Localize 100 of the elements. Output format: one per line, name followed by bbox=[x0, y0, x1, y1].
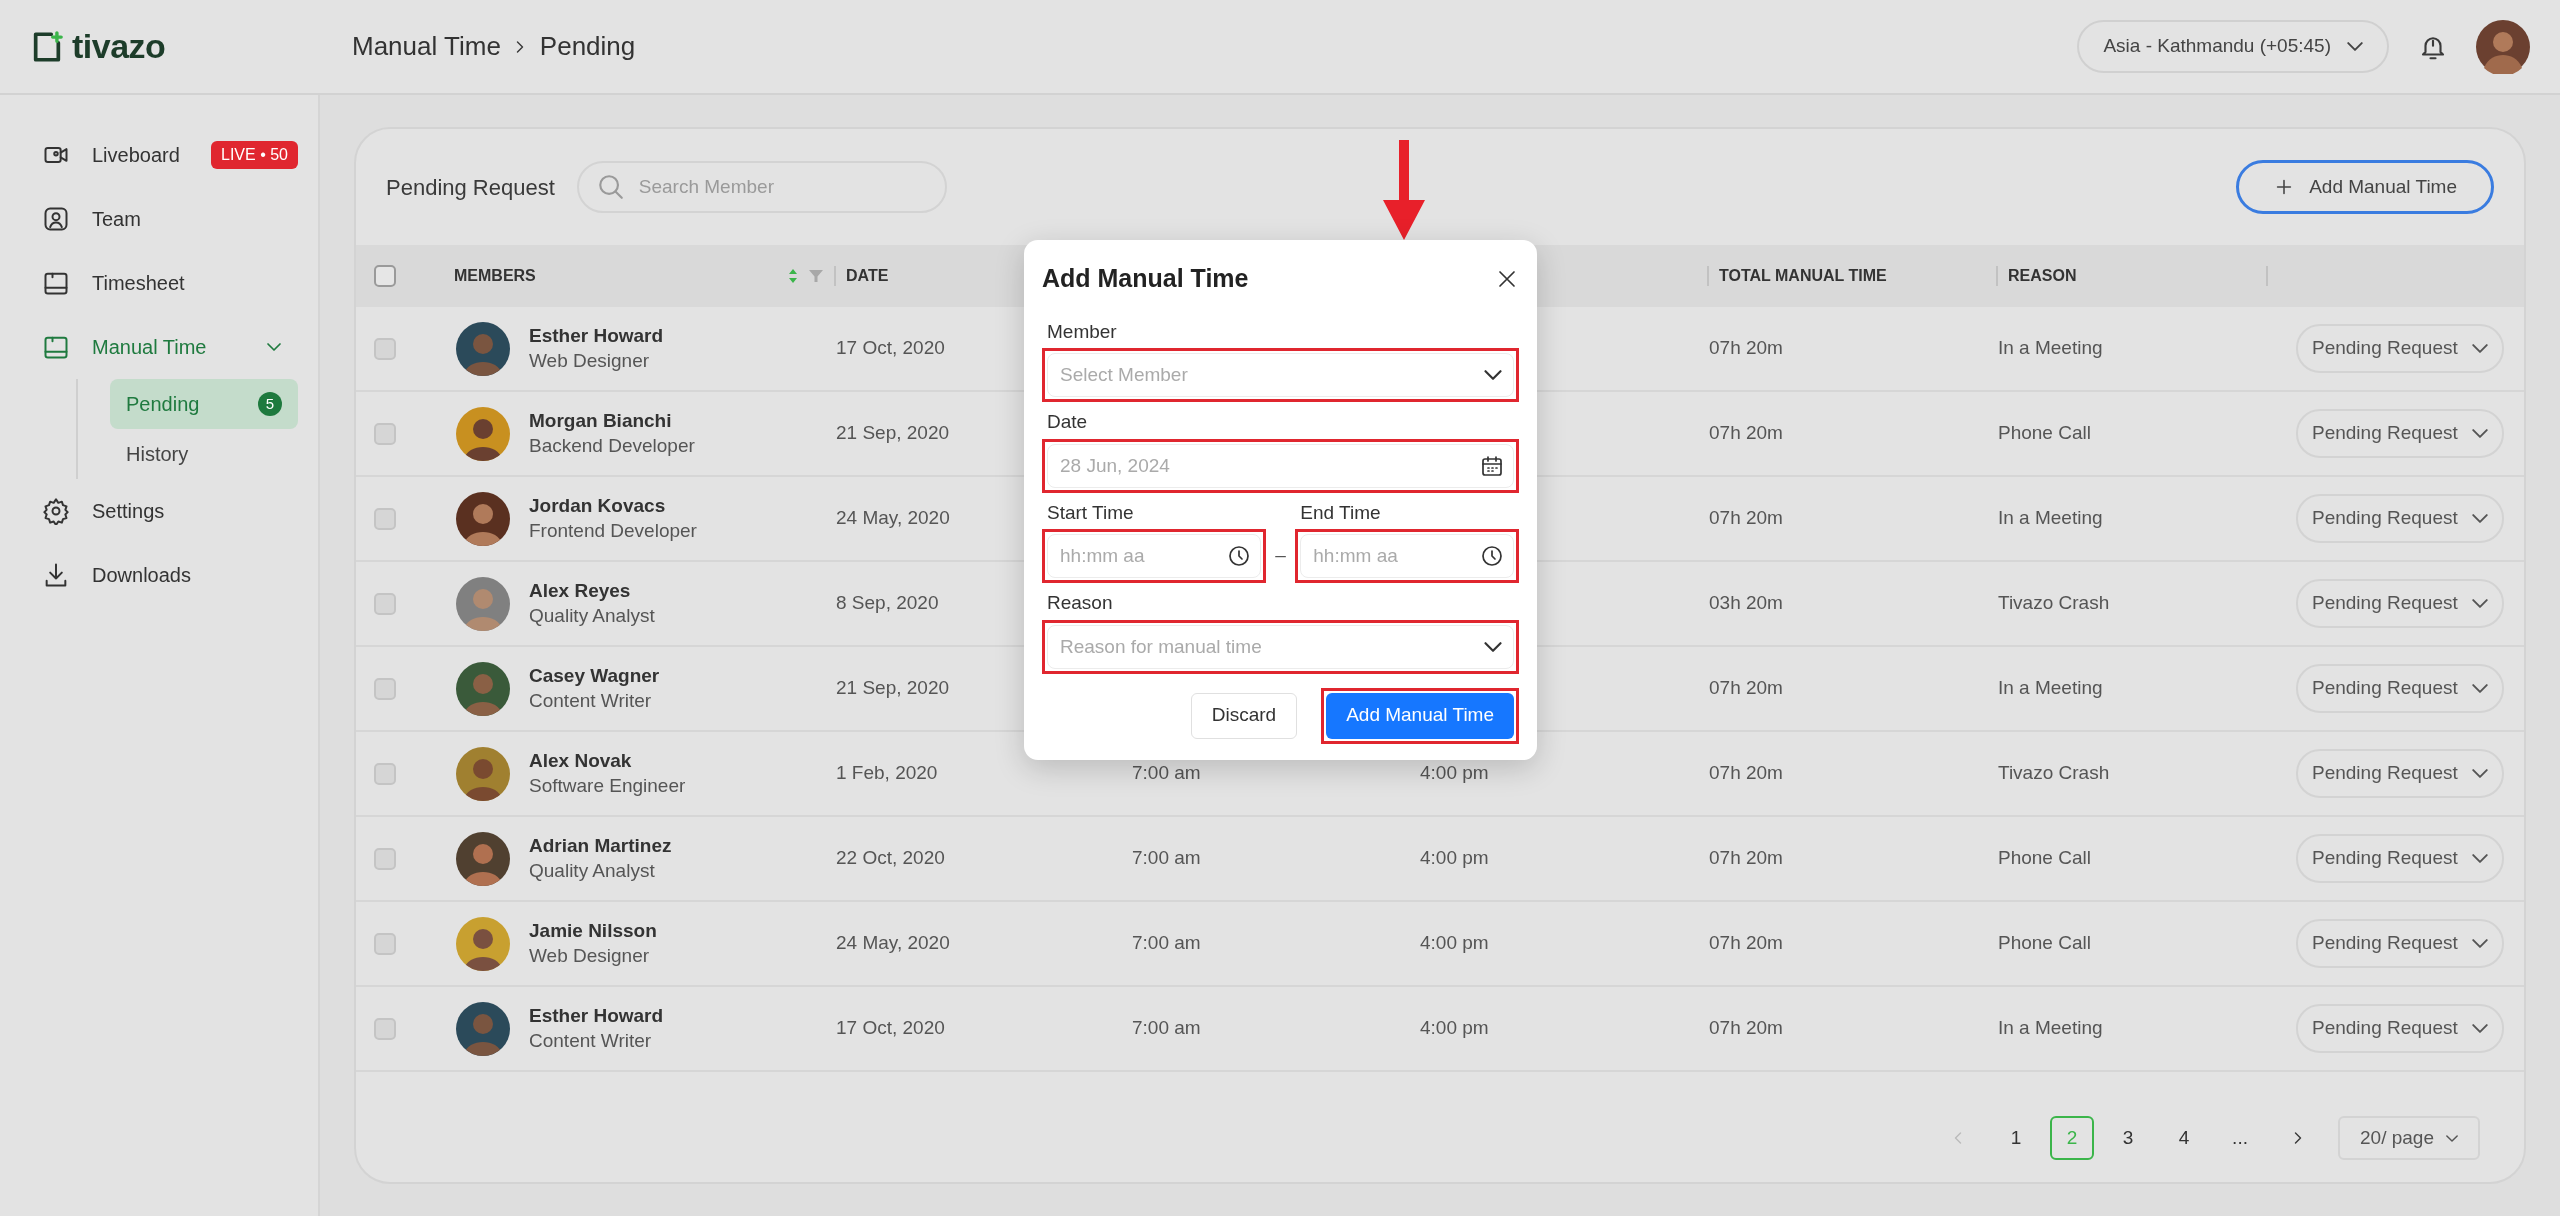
status-dropdown[interactable]: Pending Request bbox=[2296, 919, 2504, 968]
sidebar-item[interactable]: Team bbox=[20, 187, 298, 251]
table-cell: 8 Sep, 2020 bbox=[836, 592, 939, 614]
clock-icon bbox=[1228, 546, 1249, 566]
row-checkbox[interactable] bbox=[374, 1017, 396, 1040]
caret-icon bbox=[2471, 599, 2488, 608]
row-checkbox[interactable] bbox=[374, 422, 396, 445]
table-cell: 4:00 pm bbox=[1420, 762, 1489, 784]
input-field[interactable]: 28 Jun, 2024 bbox=[1047, 443, 1514, 488]
submenu-item[interactable]: Pending 5 bbox=[110, 379, 298, 429]
avatar bbox=[456, 321, 510, 376]
table-cell: 07h 20m bbox=[1709, 507, 1783, 529]
column-header: DATE bbox=[846, 266, 889, 286]
member-name: Casey Wagner bbox=[529, 663, 660, 688]
input-field[interactable]: Select Member bbox=[1047, 353, 1514, 397]
caret-icon bbox=[2471, 684, 2488, 693]
status-dropdown[interactable]: Pending Request bbox=[2296, 494, 2504, 543]
filter-icon[interactable] bbox=[808, 268, 824, 284]
row-checkbox[interactable] bbox=[374, 337, 396, 360]
add-manual-time-button[interactable]: Add Manual Time bbox=[2236, 159, 2494, 215]
caret-icon bbox=[2446, 1134, 2458, 1142]
breadcrumb-item[interactable]: Manual Time bbox=[352, 27, 501, 66]
avatar[interactable] bbox=[2476, 19, 2530, 74]
page-size-dropdown[interactable]: 20/ page bbox=[2338, 1116, 2480, 1160]
sidebar-item[interactable]: Manual Time bbox=[20, 315, 298, 379]
field-label: Date bbox=[1046, 410, 1089, 434]
avatar bbox=[456, 916, 510, 971]
count-badge: 5 bbox=[258, 392, 282, 416]
table-cell: 07h 20m bbox=[1709, 847, 1783, 869]
field-label: End Time bbox=[1299, 500, 1382, 525]
page-button[interactable]: 3 bbox=[2106, 1116, 2151, 1160]
table-cell: Phone Call bbox=[1998, 847, 2091, 869]
row-checkbox[interactable] bbox=[374, 762, 396, 785]
caret-icon bbox=[2471, 429, 2488, 438]
row-checkbox[interactable] bbox=[374, 507, 396, 530]
status-dropdown[interactable]: Pending Request bbox=[2296, 324, 2504, 373]
table-row[interactable]: Esther Howard Content Writer 17 Oct, 2020 7:00 am 4:00 pm 07h 20m In a Meeting Pending Request bbox=[356, 987, 2524, 1072]
add-button[interactable]: Add Manual Time bbox=[1326, 692, 1514, 739]
input-field[interactable]: hh:mm aa bbox=[1047, 534, 1261, 578]
caret-icon bbox=[2471, 514, 2488, 523]
status-dropdown[interactable]: Pending Request bbox=[2296, 579, 2504, 628]
member-name: Alex Novak bbox=[529, 748, 633, 773]
status-dropdown[interactable]: Pending Request bbox=[2296, 749, 2504, 798]
sidebar-item[interactable]: Settings bbox=[20, 479, 298, 543]
sidebar-icon bbox=[42, 205, 70, 233]
row-checkbox[interactable] bbox=[374, 592, 396, 615]
avatar bbox=[456, 576, 510, 631]
avatar bbox=[456, 406, 510, 461]
status-dropdown[interactable]: Pending Request bbox=[2296, 664, 2504, 713]
sidebar-item[interactable]: Liveboard LIVE • 50 bbox=[20, 123, 298, 187]
status-dropdown[interactable]: Pending Request bbox=[2296, 834, 2504, 883]
caret-icon bbox=[2347, 42, 2363, 51]
member-role: Content Writer bbox=[529, 1028, 653, 1053]
table-cell: 24 May, 2020 bbox=[836, 932, 950, 954]
sidebar-item[interactable]: Timesheet bbox=[20, 251, 298, 315]
status-dropdown[interactable]: Pending Request bbox=[2296, 409, 2504, 458]
breadcrumb-item: Pending bbox=[539, 30, 636, 63]
field-label: Member bbox=[1046, 319, 1118, 344]
column-header: MEMBERS bbox=[454, 266, 536, 286]
avatar bbox=[456, 746, 510, 801]
caret-icon bbox=[2471, 854, 2488, 863]
timezone-dropdown[interactable]: Asia - Kathmandu (+05:45) bbox=[2077, 20, 2389, 73]
row-checkbox[interactable] bbox=[374, 932, 396, 955]
search-field[interactable]: Search Member bbox=[578, 163, 945, 211]
page-button[interactable]: 4 bbox=[2162, 1116, 2207, 1160]
table-cell: 7:00 am bbox=[1132, 762, 1201, 784]
sort-icon[interactable] bbox=[786, 267, 799, 285]
discard-button[interactable]: Discard bbox=[1190, 692, 1298, 739]
table-cell: 7:00 am bbox=[1132, 932, 1201, 954]
calendar-icon bbox=[1482, 455, 1502, 476]
avatar bbox=[456, 661, 510, 716]
table-cell: Tivazo Crash bbox=[1998, 592, 2110, 614]
select-all-checkbox[interactable] bbox=[374, 265, 396, 287]
input-field[interactable]: Reason for manual time bbox=[1047, 624, 1514, 669]
submenu-item[interactable]: History bbox=[110, 429, 298, 479]
search-icon bbox=[598, 175, 623, 199]
range-separator: – bbox=[1275, 542, 1286, 567]
table-cell: 4:00 pm bbox=[1420, 932, 1489, 954]
input-field[interactable]: hh:mm aa bbox=[1300, 534, 1514, 578]
sidebar-item[interactable]: Downloads bbox=[20, 543, 298, 607]
field-label: Reason bbox=[1046, 591, 1114, 615]
row-checkbox[interactable] bbox=[374, 677, 396, 700]
table-cell: 4:00 pm bbox=[1420, 1017, 1489, 1039]
page-button[interactable]: 1 bbox=[1994, 1116, 2039, 1160]
table-cell: 21 Sep, 2020 bbox=[836, 677, 950, 699]
caret-icon bbox=[2471, 939, 2488, 948]
caret-icon bbox=[2471, 344, 2488, 353]
table-cell: Phone Call bbox=[1998, 932, 2091, 954]
row-checkbox[interactable] bbox=[374, 847, 396, 870]
sidebar-icon bbox=[42, 497, 70, 525]
table-cell: In a Meeting bbox=[1998, 1017, 2103, 1039]
table-row[interactable]: Adrian Martinez Quality Analyst 22 Oct, 2020 7:00 am 4:00 pm 07h 20m Phone Call Pending Request bbox=[356, 817, 2524, 902]
member-name: Morgan Bianchi bbox=[529, 408, 673, 433]
member-role: Frontend Developer bbox=[529, 518, 697, 543]
table-row[interactable]: Jamie Nilsson Web Designer 24 May, 2020 7:00 am 4:00 pm 07h 20m Phone Call Pending Request bbox=[356, 902, 2524, 987]
caret-icon bbox=[2471, 1024, 2488, 1033]
page-button[interactable]: ... bbox=[2218, 1116, 2263, 1160]
status-dropdown[interactable]: Pending Request bbox=[2296, 1004, 2504, 1053]
chevron-down-icon bbox=[1484, 370, 1502, 380]
member-role: Quality Analyst bbox=[529, 858, 656, 883]
